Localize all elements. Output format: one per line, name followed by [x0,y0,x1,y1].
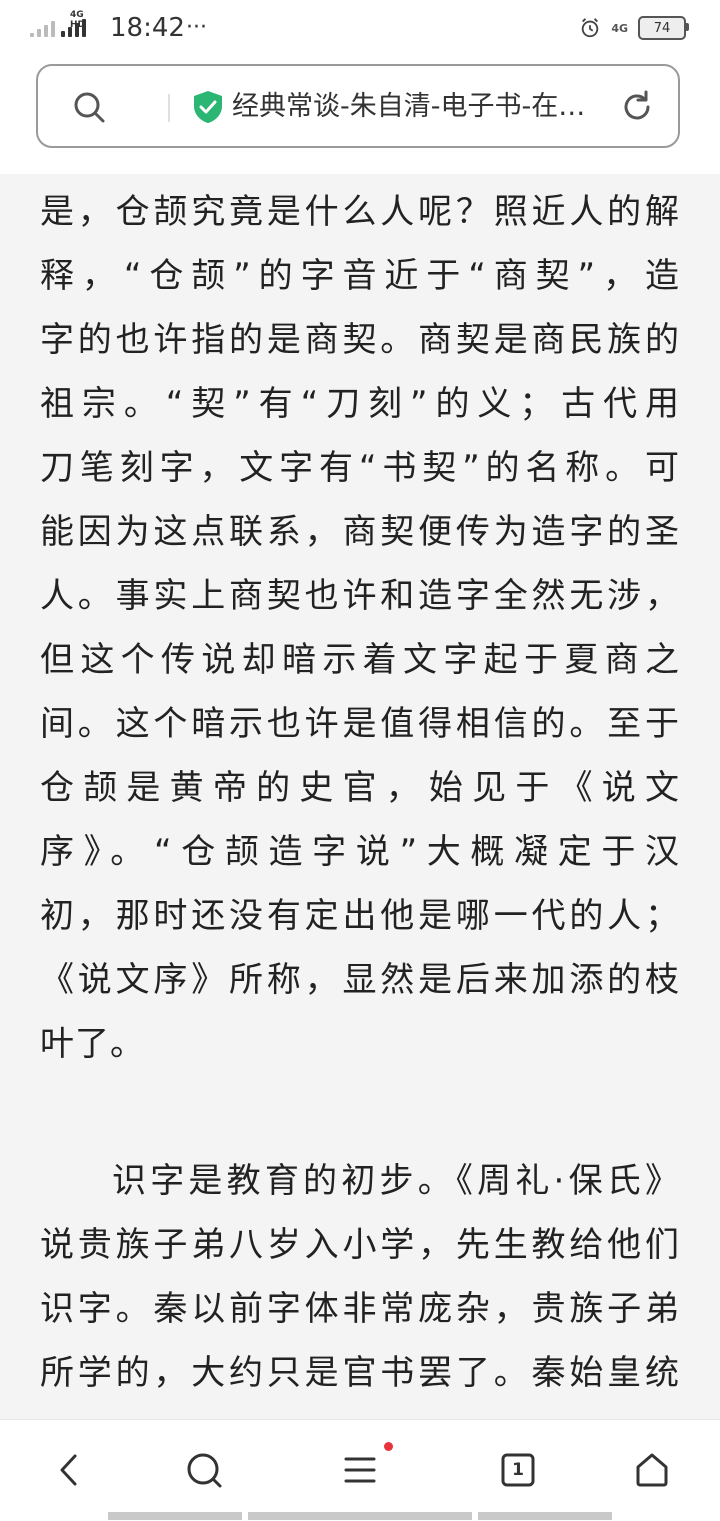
text-line: 人。事实上商契也许和造字全然无涉， [40,576,680,616]
article-content[interactable]: 是，仓颉究竟是什么人呢？照近人的解 释，“仓颉”的字音近于“商契”，造 字的也许… [0,174,720,1419]
text-line: 间。这个暗示也许是值得相信的。至于 [40,704,680,744]
text-line: 字的也许指的是商契。商契是商民族的 [40,320,680,360]
search-icon [187,1453,222,1488]
secure-shield-icon[interactable] [192,90,224,124]
text-line: 说贵族子弟八岁入小学，先生教给他们 [40,1225,680,1265]
browser-toolbar: 经典常谈-朱自清-电子书-在… [0,56,720,174]
text-line: 《说文序》所称，显然是后来加添的枝 [40,960,680,1000]
notification-dot [384,1442,393,1451]
menu-button[interactable] [340,1450,380,1490]
text-line: 叶了。 [40,1024,145,1064]
text-line: 初，那时还没有定出他是哪一代的人； [40,896,680,936]
text-line: 能因为这点联系，商契便传为造字的圣 [40,512,680,552]
signal-area: 4G HD [30,10,86,44]
text-line: 刀笔刻字，文字有“书契”的名称。可 [40,448,680,488]
status-icons: 4G 74 [579,14,689,42]
text-line: 但这个传说却暗示着文字起于夏商之 [40,640,680,680]
text-line: 所学的，大约只是官书罢了。秦始皇统 [40,1353,680,1393]
gesture-bar-middle [248,1512,472,1520]
battery-icon: 74 [638,16,689,40]
gesture-bar-left [108,1512,242,1520]
network-type-right: 4G [611,21,628,35]
signal-bars-sim1-icon [30,19,55,37]
address-bar[interactable]: 经典常谈-朱自清-电子书-在… [36,64,680,148]
chevron-left-icon [60,1454,77,1486]
home-icon [636,1453,668,1487]
bottom-navigation-bar: 1 [0,1419,720,1521]
home-button[interactable] [632,1450,672,1490]
text-line: 释，“仓颉”的字音近于“商契”，造 [40,256,680,296]
status-bar: 4G HD 18:42 ··· 4G 74 [0,0,720,56]
text-line: 识字。秦以前字体非常庞杂，贵族子弟 [40,1289,680,1329]
alarm-clock-icon [582,18,599,38]
text-line: 识字是教育的初步。《周礼·保氏》 [112,1161,680,1201]
more-notifications-icon: ··· [186,15,207,40]
text-line: 仓颉是黄帝的史官，始见于《说文 [40,768,680,808]
search-button[interactable] [184,1450,224,1490]
network-type-label: 4G HD [70,10,86,30]
text-line: 序》。“仓颉造字说”大概凝定于汉 [40,832,680,872]
text-line: 是，仓颉究竟是什么人呢？照近人的解 [40,192,680,232]
paragraph-2: 识字是教育的初步。《周礼·保氏》 说贵族子弟八岁入小学，先生教给他们 识字。秦以… [40,1149,680,1405]
back-button[interactable] [50,1450,90,1490]
search-icon[interactable] [72,90,106,124]
tab-count: 1 [512,1460,524,1480]
gesture-bar-right [478,1512,612,1520]
address-divider [168,94,170,122]
tabs-button[interactable]: 1 [498,1450,538,1490]
page-title-url[interactable]: 经典常谈-朱自清-电子书-在… [232,88,585,126]
paragraph-1: 是，仓颉究竟是什么人呢？照近人的解 释，“仓颉”的字音近于“商契”，造 字的也许… [40,180,680,1076]
battery-level: 74 [653,20,671,36]
reload-icon[interactable] [620,90,654,124]
clock: 18:42 [110,13,185,43]
text-line: 祖宗。“契”有“刀刻”的义；古代用 [40,384,680,424]
menu-icon [344,1457,376,1483]
